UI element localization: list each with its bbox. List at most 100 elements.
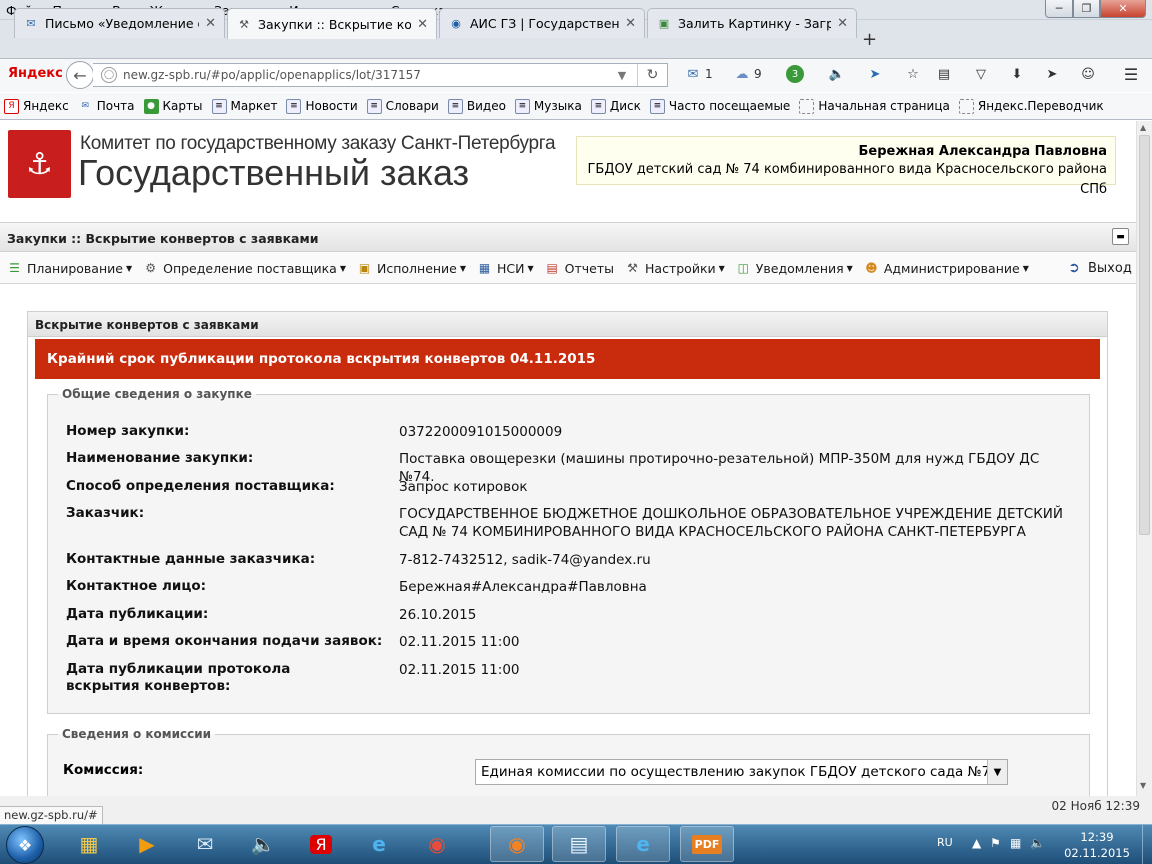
taskbar-mail[interactable]: ✉	[178, 826, 232, 862]
taskbar-pdf[interactable]: PDF	[680, 826, 734, 862]
close-tab-icon[interactable]: ✕	[837, 16, 848, 31]
hamburger-menu-icon[interactable]: ☰	[1122, 64, 1140, 84]
gears-icon: ⚙	[145, 261, 156, 275]
menu-notifications[interactable]: ◫ Уведомления ▼	[735, 260, 853, 277]
bookmark-mail[interactable]: ✉ Почта	[78, 99, 134, 114]
reload-icon[interactable]: ↻	[637, 64, 667, 86]
scroll-down-icon[interactable]: ▼	[1140, 781, 1146, 790]
menu-planning[interactable]: ☰ Планирование ▼	[6, 260, 132, 277]
bird-icon[interactable]: ➤	[866, 64, 884, 84]
menu-execution[interactable]: ▣ Исполнение ▼	[356, 260, 466, 277]
page-title: Закупки :: Вскрытие конвертов с заявками	[0, 222, 1136, 252]
bookmark-start-page[interactable]: Начальная страница	[799, 98, 950, 114]
tab-ais-gz[interactable]: ◉ АИС ГЗ | Государственны... ✕	[439, 8, 645, 38]
page-icon: ≡	[366, 98, 382, 114]
bookmark-news[interactable]: ≡ Новости	[286, 98, 358, 114]
send-icon[interactable]: ➤	[1043, 64, 1061, 84]
list-icon: ☰	[9, 261, 20, 275]
taskbar-document[interactable]: ▤	[552, 826, 606, 862]
new-tab-icon[interactable]: +	[862, 29, 877, 50]
scroll-up-icon[interactable]: ▲	[1140, 123, 1146, 132]
tab-title: Залить Картинку - Загруз...	[678, 16, 832, 31]
language-indicator[interactable]: RU	[937, 836, 953, 849]
field-label: Дата публикации:	[66, 606, 209, 622]
star-icon[interactable]: ☆	[904, 64, 922, 84]
menu-reports[interactable]: ▤ Отчеты	[544, 260, 615, 277]
taskbar-sound[interactable]: 🔈	[236, 826, 290, 862]
field-label: Дата публикации протокола вскрытия конве…	[66, 661, 291, 694]
bookmark-disk[interactable]: ≡ Диск	[590, 98, 641, 114]
window-controls: ─ ❐ ✕	[1045, 0, 1146, 19]
bookmark-dictionaries[interactable]: ≡ Словари	[366, 98, 439, 114]
page-scrollbar[interactable]: ▲ ▼	[1136, 121, 1152, 796]
yandex-logo[interactable]: Яндекс	[8, 66, 63, 81]
bookmark-label: Маркет	[230, 99, 278, 113]
tray-expand-icon[interactable]: ▲	[972, 836, 981, 850]
tab-upload-image[interactable]: ▣ Залить Картинку - Загруз... ✕	[647, 8, 857, 38]
maximize-panel-icon[interactable]: ▬	[1112, 228, 1129, 245]
taskbar-firefox[interactable]: ◉	[490, 826, 544, 862]
back-button[interactable]: ←	[66, 61, 94, 89]
weather-button[interactable]: ☁ 9	[733, 64, 762, 84]
page-icon: ≡	[649, 98, 665, 114]
yandex-icon: Я	[310, 834, 332, 854]
pocket-icon[interactable]: ▽	[972, 64, 990, 84]
bookmark-yandex[interactable]: Я Яндекс	[4, 98, 69, 114]
close-window-button[interactable]: ✕	[1100, 0, 1146, 18]
envelope-icon: ✉	[196, 832, 214, 856]
maximize-button[interactable]: ❐	[1073, 0, 1100, 18]
badge-button[interactable]: 3	[786, 64, 804, 84]
bookmarks-bar: Я Яндекс ✉ Почта ● Карты ≡ Маркет ≡ Новости ≡…	[0, 93, 1152, 120]
ais-icon: ◉	[451, 17, 461, 30]
bookmark-label: Диск	[609, 99, 641, 113]
start-button[interactable]: ❖	[6, 826, 44, 864]
field-label: Наименование закупки:	[66, 450, 254, 466]
taskbar-yandex-browser[interactable]: Я	[294, 826, 348, 862]
download-icon[interactable]: ⬇	[1008, 64, 1026, 84]
taskbar-ie[interactable]: e	[352, 826, 406, 862]
network-icon[interactable]: ▦	[1010, 836, 1021, 850]
browser-status-bar	[0, 796, 1152, 824]
menu-label: Настройки	[645, 260, 716, 276]
tab-zakupki[interactable]: ⚒ Закупки :: Вскрытие конв... ✕	[227, 8, 437, 39]
wrench-icon: ⚒	[627, 261, 638, 275]
menu-administration[interactable]: ☻ Администрирование ▼	[863, 260, 1029, 277]
taskbar-media-player[interactable]: ▶	[120, 826, 174, 862]
bookmark-most-visited[interactable]: ≡ Часто посещаемые	[649, 98, 790, 114]
bookmark-translator[interactable]: Яндекс.Переводчик	[958, 98, 1104, 114]
url-dropdown-icon[interactable]: ▼	[607, 69, 637, 82]
url-text[interactable]: new.gz-spb.ru/#po/applic/openapplics/lot…	[123, 68, 607, 82]
menu-supplier-selection[interactable]: ⚙ Определение поставщика ▼	[142, 260, 346, 277]
bookmark-maps[interactable]: ● Карты	[143, 98, 203, 114]
logout-button[interactable]: ➲ Выход	[1064, 258, 1132, 278]
bookmark-music[interactable]: ≡ Музыка	[514, 98, 582, 114]
tab-mail[interactable]: ✉ Письмо «Уведомление о ... ✕	[14, 8, 225, 38]
volume-icon[interactable]: 🔈	[1030, 836, 1045, 850]
yandex-mail-button[interactable]: ✉ 1	[684, 64, 713, 84]
scrollbar-thumb[interactable]	[1139, 135, 1150, 535]
smiley-icon[interactable]: ☺	[1079, 64, 1097, 84]
commission-selected-value: Единая комиссии по осуществлению закупок…	[481, 764, 987, 780]
chevron-down-icon[interactable]: ▼	[987, 760, 1007, 784]
close-tab-icon[interactable]: ✕	[625, 16, 636, 31]
menu-settings[interactable]: ⚒ Настройки ▼	[624, 260, 725, 277]
clock[interactable]: 12:39 02.11.2015	[1062, 829, 1132, 861]
commission-select[interactable]: Единая комиссии по осуществлению закупок…	[475, 759, 1008, 785]
menu-nsi[interactable]: ▦ НСИ ▼	[476, 260, 534, 277]
close-tab-icon[interactable]: ✕	[417, 17, 428, 32]
taskbar-ie-open[interactable]: e	[616, 826, 670, 862]
minimize-button[interactable]: ─	[1045, 0, 1073, 18]
speaker-icon[interactable]: 🔈	[828, 64, 846, 84]
taskbar-chrome[interactable]: ◉	[410, 826, 464, 862]
close-tab-icon[interactable]: ✕	[205, 16, 216, 31]
page-icon: ≡	[514, 98, 530, 114]
address-bar[interactable]: ◯ new.gz-spb.ru/#po/applic/openapplics/l…	[93, 63, 668, 87]
clipboard-icon[interactable]: ▤	[935, 64, 953, 84]
taskbar-explorer[interactable]: ▦	[62, 826, 116, 862]
flag-icon[interactable]: ⚑	[990, 836, 1001, 850]
notification-icon: ◫	[737, 261, 749, 275]
bookmark-market[interactable]: ≡ Маркет	[211, 98, 278, 114]
show-desktop-button[interactable]	[1142, 825, 1152, 864]
back-arrow-icon: ←	[73, 65, 87, 85]
bookmark-video[interactable]: ≡ Видео	[447, 98, 506, 114]
